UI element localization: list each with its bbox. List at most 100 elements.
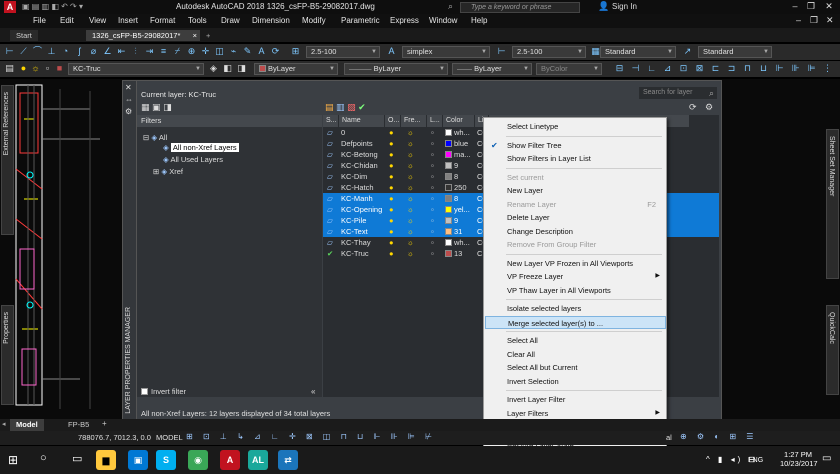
table-style-dropdown[interactable]: Standard ▼ bbox=[600, 46, 676, 58]
windows-store-icon[interactable]: ▣ bbox=[128, 450, 148, 470]
tree-node-xref[interactable]: ⊞ ◈ Xref bbox=[153, 167, 183, 176]
quickcalc-tab[interactable]: QuickCalc bbox=[826, 305, 839, 395]
layer-color[interactable]: 9 bbox=[445, 215, 475, 226]
collapse-pane-icon[interactable]: « bbox=[311, 387, 315, 396]
palette-title-strip[interactable]: ✕ ⇔ ⚙ LAYER PROPERTIES MANAGER bbox=[123, 81, 137, 419]
sun-thawed-icon[interactable]: ☼ bbox=[407, 237, 419, 248]
sun-thawed-icon[interactable]: ☼ bbox=[407, 248, 419, 259]
tab-start[interactable]: Start bbox=[10, 30, 38, 41]
otrack-icon[interactable]: ⊠ bbox=[694, 63, 705, 74]
menu-item-invert-layer-filter[interactable]: Invert Layer Filter bbox=[485, 393, 666, 406]
status-right-icons[interactable]: ⊕ ⚙ ◐ ⊞ ☰ bbox=[680, 432, 757, 441]
layer-states-manager-icon[interactable]: ◨ bbox=[163, 102, 172, 112]
tab-layout-fp-b5[interactable]: FP-B5 bbox=[62, 419, 95, 431]
menu-draw[interactable]: Draw bbox=[221, 16, 240, 25]
new-layer-icon[interactable]: ▤ bbox=[325, 102, 334, 112]
lwt-icon[interactable]: ⊓ bbox=[742, 63, 753, 74]
sun-thawed-icon[interactable]: ☼ bbox=[407, 226, 419, 237]
dimension-ordinate-icon[interactable]: ⊥ bbox=[46, 46, 57, 57]
qp-icon[interactable]: ⊩ bbox=[774, 63, 785, 74]
tab-scroll-left-icon[interactable]: ◂ bbox=[2, 420, 6, 428]
sun-thawed-icon[interactable]: ☼ bbox=[407, 127, 419, 138]
menu-modify[interactable]: Modify bbox=[302, 16, 326, 25]
ducs-icon[interactable]: ⊏ bbox=[710, 63, 721, 74]
ortho-icon[interactable]: ∟ bbox=[646, 63, 657, 74]
search-icon[interactable]: ⌕ bbox=[448, 1, 453, 12]
lightbulb-on-icon[interactable]: ● bbox=[389, 237, 399, 248]
invert-filter-checkbox[interactable]: Invert filter bbox=[141, 387, 186, 396]
sun-thawed-icon[interactable]: ☼ bbox=[407, 149, 419, 160]
customize-icon[interactable]: ⋮ bbox=[822, 63, 833, 74]
tree-node-all-used[interactable]: ◈ All Used Layers bbox=[163, 155, 223, 164]
lightbulb-on-icon[interactable]: ● bbox=[389, 171, 399, 182]
palette-close-icon[interactable]: ✕ bbox=[125, 83, 132, 92]
unlock-icon[interactable]: ▫ bbox=[431, 127, 441, 138]
layer-properties-icon[interactable]: ▤ bbox=[4, 63, 15, 74]
menu-dimension[interactable]: Dimension bbox=[252, 16, 290, 25]
dimension-style-dropdown[interactable]: 2.5-100 ▼ bbox=[512, 46, 586, 58]
layer-color[interactable]: 31 bbox=[445, 226, 475, 237]
layer-color[interactable]: wh... bbox=[445, 127, 475, 138]
layer-color[interactable]: yel... bbox=[445, 204, 475, 215]
dimension-angular-icon[interactable]: ∠ bbox=[102, 46, 113, 57]
linetype-dropdown[interactable]: ——— ByLayer ▼ bbox=[344, 63, 448, 75]
chrome-icon[interactable]: ◉ bbox=[188, 450, 208, 470]
col-status[interactable]: S... bbox=[323, 115, 339, 127]
layer-color[interactable]: 8 bbox=[445, 171, 475, 182]
mleader-style-dropdown[interactable]: Standard ▼ bbox=[698, 46, 772, 58]
lightbulb-on-icon[interactable]: ● bbox=[389, 248, 399, 259]
col-on[interactable]: O... bbox=[385, 115, 401, 127]
sun-thawed-icon[interactable]: ☼ bbox=[407, 160, 419, 171]
windows-start-icon[interactable]: ⊞ bbox=[8, 453, 18, 467]
dimension-continue-icon[interactable]: ⇥ bbox=[144, 46, 155, 57]
lightbulb-on-icon[interactable]: ● bbox=[389, 215, 399, 226]
settings-gear-icon[interactable]: ⚙ bbox=[705, 102, 713, 113]
center-mark-icon[interactable]: ✛ bbox=[200, 46, 211, 57]
doc-minimize-icon[interactable]: – bbox=[796, 15, 801, 25]
help-search-input[interactable]: Type a keyword or phrase bbox=[460, 2, 580, 13]
clock[interactable]: 1:27 PM 10/23/2017 bbox=[780, 450, 818, 468]
skype-icon[interactable]: S bbox=[156, 450, 176, 470]
close-icon[interactable]: ✕ bbox=[824, 1, 834, 11]
menu-item-merge-selected-layer-s-to[interactable]: Merge selected layer(s) to ... bbox=[485, 315, 666, 329]
notifications-icon[interactable]: ▭ bbox=[822, 453, 831, 464]
collapse-icon[interactable]: ⊟ bbox=[143, 133, 149, 142]
tab-close-icon[interactable]: × bbox=[193, 30, 197, 41]
layer-previous-icon[interactable]: ◧ bbox=[222, 63, 233, 74]
menu-item-select-all[interactable]: Select All bbox=[485, 334, 666, 347]
menu-item-vp-thaw-layer-in-all-viewports[interactable]: VP Thaw Layer in All Viewports bbox=[485, 284, 666, 297]
osnap-icon[interactable]: ⊡ bbox=[678, 63, 689, 74]
dimension-jogged-icon[interactable]: ʃ bbox=[74, 46, 85, 57]
layer-dropdown[interactable]: KC-Truc ▼ bbox=[68, 63, 204, 75]
sun-thawed-icon[interactable]: ☼ bbox=[407, 215, 419, 226]
menu-item-invert-selection[interactable]: Invert Selection bbox=[485, 375, 666, 388]
lightbulb-on-icon[interactable]: ● bbox=[389, 160, 399, 171]
menu-item-isolate-selected-layers[interactable]: Isolate selected layers bbox=[485, 302, 666, 315]
dimension-update-icon[interactable]: ⟳ bbox=[270, 46, 281, 57]
unlock-icon[interactable]: ▫ bbox=[431, 160, 441, 171]
dimension-arc-icon[interactable]: ⌒ bbox=[32, 46, 43, 57]
dimension-aligned-icon[interactable]: ⟋ bbox=[18, 46, 29, 57]
lightbulb-on-icon[interactable]: ● bbox=[389, 226, 399, 237]
menu-express[interactable]: Express bbox=[390, 16, 419, 25]
layer-states-icon[interactable]: ◨ bbox=[236, 63, 247, 74]
menu-item-select-all-but-current[interactable]: Select All but Current bbox=[485, 361, 666, 374]
unlock-icon[interactable]: ▫ bbox=[431, 248, 441, 259]
color-dropdown[interactable]: ByLayer ▼ bbox=[254, 63, 338, 75]
menu-file[interactable]: File bbox=[33, 16, 46, 25]
tpy-icon[interactable]: ⊔ bbox=[758, 63, 769, 74]
menu-parametric[interactable]: Parametric bbox=[341, 16, 380, 25]
lightbulb-on-icon[interactable]: ● bbox=[389, 138, 399, 149]
layer-color[interactable]: 8 bbox=[445, 193, 475, 204]
autocad-lt-icon[interactable]: AL bbox=[248, 450, 268, 470]
menu-item-change-description[interactable]: Change Description bbox=[485, 225, 666, 238]
menu-help[interactable]: Help bbox=[471, 16, 487, 25]
col-lock[interactable]: L... bbox=[427, 115, 443, 127]
sheet-set-manager-tab[interactable]: Sheet Set Manager bbox=[826, 129, 839, 279]
menu-edit[interactable]: Edit bbox=[60, 16, 74, 25]
lightbulb-on-icon[interactable]: ● bbox=[389, 204, 399, 215]
tree-node-all-non-xref[interactable]: ◈ All non-Xref Layers bbox=[163, 143, 239, 152]
autocad-taskbar-icon[interactable]: A bbox=[220, 450, 240, 470]
snap-icon[interactable]: ⊣ bbox=[630, 63, 641, 74]
dimension-baseline-icon[interactable]: ⫶ bbox=[130, 46, 141, 57]
